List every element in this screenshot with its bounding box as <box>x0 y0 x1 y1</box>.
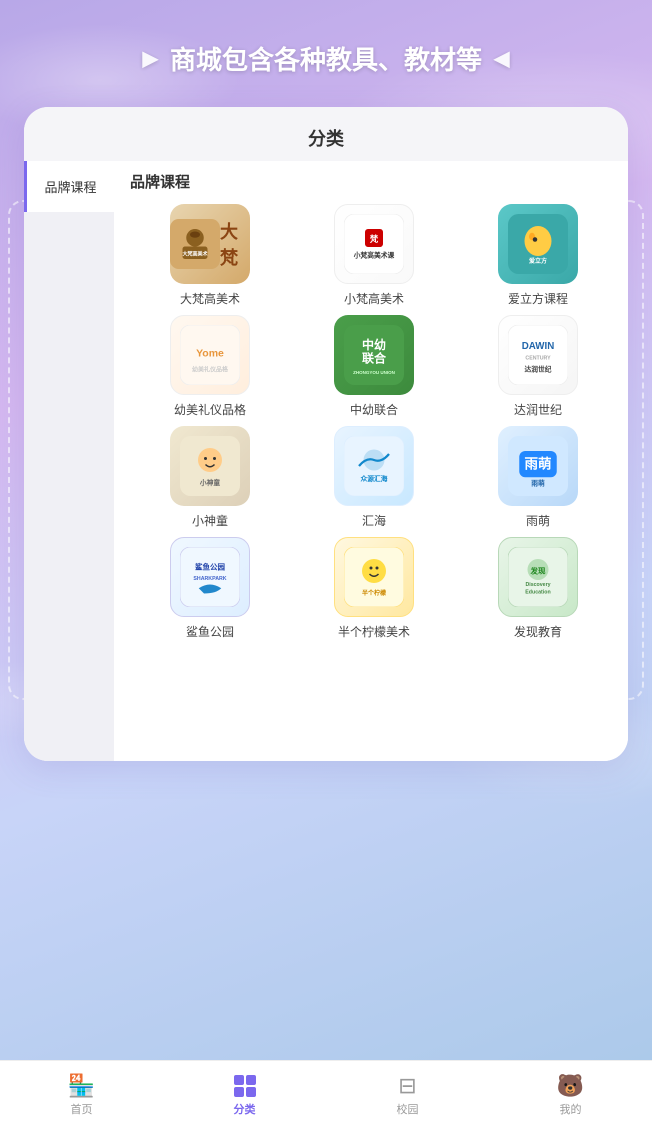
svg-text:梵: 梵 <box>370 234 379 244</box>
svg-text:发现: 发现 <box>530 565 546 575</box>
brand-name-huihai: 汇海 <box>362 512 386 529</box>
brand-name-darun: 达润世纪 <box>514 401 562 418</box>
brand-item-xiaoshentong[interactable]: 小神童 小神童 <box>130 426 290 529</box>
banner: ▶ 商城包含各种教具、教材等 ◀ <box>0 0 652 97</box>
brand-item-youmei[interactable]: Yome 幼美礼仪品格 幼美礼仪品格 <box>130 315 290 418</box>
campus-icon: ⊟ <box>398 1075 416 1097</box>
svg-text:CENTURY: CENTURY <box>525 356 551 362</box>
nav-item-category[interactable]: 分类 <box>163 1061 326 1130</box>
brand-name-faxianjy: 发现教育 <box>514 623 562 640</box>
bottom-nav: 🏪 首页 分类 ⊟ 校园 🐻 我的 <box>0 1060 652 1130</box>
brand-logo-huihai: 众源汇海 <box>334 426 414 506</box>
brand-logo-alifang: 爱立方 <box>498 204 578 284</box>
brand-item-bangelemon[interactable]: 半个柠檬 半个柠檬美术 <box>294 537 454 640</box>
svg-text:小梵高美术课: 小梵高美术课 <box>353 251 395 260</box>
brand-item-darun[interactable]: DAWIN CENTURY 达润世纪 达润世纪 <box>458 315 618 418</box>
banner-arrow-right: ◀ <box>494 46 509 71</box>
nav-label-home: 首页 <box>71 1101 93 1117</box>
svg-text:雨萌: 雨萌 <box>531 479 545 488</box>
sidebar-item-brand[interactable]: 品牌课程 <box>24 161 114 212</box>
brand-name-dafan: 大梵高美术 <box>180 290 240 307</box>
brand-logo-shayugongyuan: 鲨鱼公园 SHARKPARK <box>170 537 250 617</box>
svg-text:达润世纪: 达润世纪 <box>524 365 551 374</box>
nav-item-mine[interactable]: 🐻 我的 <box>489 1061 652 1130</box>
main-card: 分类 品牌课程 品牌课程 大梵高美术 大梵高美术 梵 小梵高美术课 小梵高美术 … <box>24 107 628 761</box>
card-title: 分类 <box>24 107 628 161</box>
brand-name-shayugongyuan: 鲨鱼公园 <box>186 623 234 640</box>
svg-text:众源汇海: 众源汇海 <box>360 474 387 483</box>
svg-text:鲨鱼公园: 鲨鱼公园 <box>195 562 225 572</box>
brand-logo-zhongyou: 中幼 联合 ZHONGYOU UNION <box>334 315 414 395</box>
svg-text:Education: Education <box>525 590 550 596</box>
svg-text:ZHONGYOU UNION: ZHONGYOU UNION <box>353 370 395 375</box>
svg-text:大梵高美术: 大梵高美术 <box>182 250 207 257</box>
svg-text:联合: 联合 <box>362 351 387 366</box>
brand-logo-dafan: 大梵高美术 <box>170 204 250 284</box>
nav-label-category: 分类 <box>234 1101 256 1117</box>
brand-name-alifang: 爱立方课程 <box>508 290 568 307</box>
brand-logo-xiaofan: 梵 小梵高美术课 <box>334 204 414 284</box>
svg-text:SHARKPARK: SHARKPARK <box>193 576 226 582</box>
svg-text:小神童: 小神童 <box>199 478 221 487</box>
category-icon <box>234 1075 256 1097</box>
brand-logo-yumeng: 雨萌 雨萌 <box>498 426 578 506</box>
brand-item-faxianjy[interactable]: 发现 Discovery Education 发现教育 <box>458 537 618 640</box>
brand-name-youmei: 幼美礼仪品格 <box>174 401 246 418</box>
banner-text: 商城包含各种教具、教材等 <box>170 40 482 77</box>
brand-item-huihai[interactable]: 众源汇海 汇海 <box>294 426 454 529</box>
nav-label-mine: 我的 <box>560 1101 582 1117</box>
brand-item-dafan[interactable]: 大梵高美术 大梵高美术 <box>130 204 290 307</box>
brand-name-zhongyou: 中幼联合 <box>350 401 398 418</box>
brand-logo-youmei: Yome 幼美礼仪品格 <box>170 315 250 395</box>
brand-logo-bangelemon: 半个柠檬 <box>334 537 414 617</box>
svg-text:Yome: Yome <box>196 348 224 360</box>
brand-logo-xiaoshentong: 小神童 <box>170 426 250 506</box>
svg-text:Discovery: Discovery <box>525 582 550 588</box>
content-header: 品牌课程 <box>130 171 618 192</box>
brand-name-yumeng: 雨萌 <box>526 512 550 529</box>
banner-arrow-left: ▶ <box>143 46 158 71</box>
card-body: 品牌课程 品牌课程 大梵高美术 大梵高美术 梵 小梵高美术课 小梵高美术 爱立方… <box>24 161 628 761</box>
sidebar: 品牌课程 <box>24 161 114 761</box>
svg-text:雨萌: 雨萌 <box>525 455 552 471</box>
content-area: 品牌课程 大梵高美术 大梵高美术 梵 小梵高美术课 小梵高美术 爱立方 爱立方课… <box>114 161 628 761</box>
nav-item-home[interactable]: 🏪 首页 <box>0 1061 163 1130</box>
brand-name-xiaoshentong: 小神童 <box>192 512 228 529</box>
home-icon: 🏪 <box>68 1075 95 1097</box>
mine-icon: 🐻 <box>557 1075 584 1097</box>
brand-item-xiaofan[interactable]: 梵 小梵高美术课 小梵高美术 <box>294 204 454 307</box>
brand-logo-faxianjy: 发现 Discovery Education <box>498 537 578 617</box>
brand-grid: 大梵高美术 大梵高美术 梵 小梵高美术课 小梵高美术 爱立方 爱立方课程 Yom… <box>130 204 618 640</box>
brand-item-alifang[interactable]: 爱立方 爱立方课程 <box>458 204 618 307</box>
brand-logo-darun: DAWIN CENTURY 达润世纪 <box>498 315 578 395</box>
brand-item-shayugongyuan[interactable]: 鲨鱼公园 SHARKPARK 鲨鱼公园 <box>130 537 290 640</box>
nav-item-campus[interactable]: ⊟ 校园 <box>326 1061 489 1130</box>
brand-name-bangelemon: 半个柠檬美术 <box>338 623 410 640</box>
svg-text:DAWIN: DAWIN <box>522 341 555 352</box>
brand-item-yumeng[interactable]: 雨萌 雨萌 雨萌 <box>458 426 618 529</box>
brand-name-xiaofan: 小梵高美术 <box>344 290 404 307</box>
brand-item-zhongyou[interactable]: 中幼 联合 ZHONGYOU UNION 中幼联合 <box>294 315 454 418</box>
svg-text:中幼: 中幼 <box>362 337 386 352</box>
nav-label-campus: 校园 <box>397 1101 419 1117</box>
